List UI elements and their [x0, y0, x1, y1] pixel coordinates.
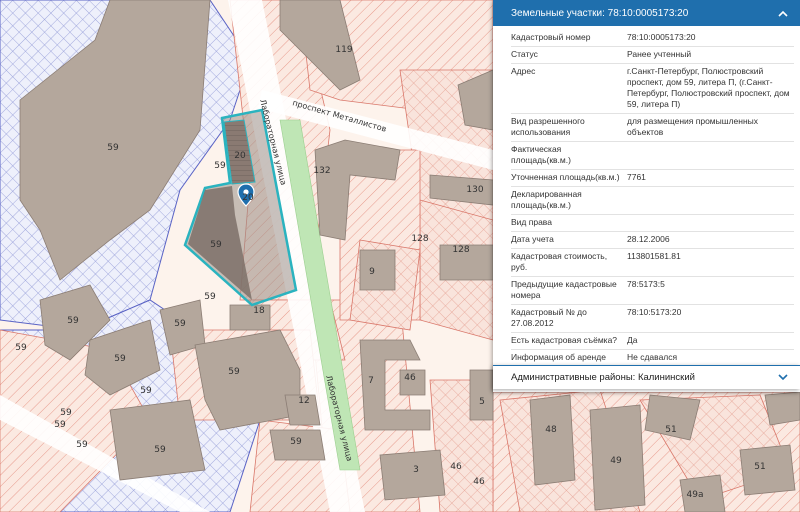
- lot-number-label: 46: [404, 373, 416, 383]
- attribute-row: Вид разрешенного использования для размещ…: [511, 114, 794, 142]
- attribute-value: 113801581.81: [627, 251, 681, 261]
- lot-number-label: 46: [450, 462, 462, 472]
- attribute-value: г.Санкт-Петербург, Полюстровский проспек…: [627, 66, 790, 109]
- attribute-key: Адрес: [511, 66, 536, 76]
- admin-district-panel[interactable]: Административные районы: Калининский: [493, 365, 800, 389]
- lot-number-label: 49a: [687, 490, 704, 500]
- lot-number-label: 59: [60, 408, 72, 418]
- lot-number-label: 20: [234, 151, 246, 161]
- attribute-row: Декларированная площадь(кв.м.): [511, 187, 794, 215]
- attribute-row: Уточненная площадь(кв.м.) 7761: [511, 170, 794, 187]
- attribute-key: Фактическая площадь(кв.м.): [511, 144, 571, 165]
- attribute-row: Статус Ранее учтенный: [511, 47, 794, 64]
- admin-district-title: Административные районы: Калининский: [511, 372, 695, 383]
- attribute-value: Ранее учтенный: [627, 49, 692, 59]
- lot-number-label: 128: [411, 234, 428, 244]
- attribute-value: [627, 144, 794, 166]
- attribute-row: Вид права: [511, 215, 794, 232]
- lot-number-label: 18: [253, 306, 265, 316]
- attribute-row: Фактическая площадь(кв.м.): [511, 142, 794, 170]
- lot-number-label: 59: [228, 367, 240, 377]
- lot-number-label: 59: [140, 386, 152, 396]
- attribute-key: Вид права: [511, 217, 552, 227]
- lot-number-label: 49: [610, 456, 622, 466]
- lot-number-label: 59: [204, 292, 216, 302]
- attribute-row: Адрес г.Санкт-Петербург, Полюстровский пр…: [511, 64, 794, 114]
- attribute-value: [627, 217, 794, 228]
- lot-number-label: 59: [107, 143, 119, 153]
- lot-number-label: 51: [754, 462, 765, 472]
- attribute-key: Уточненная площадь(кв.м.): [511, 172, 620, 182]
- lot-number-label: 5: [479, 397, 485, 407]
- attribute-value: Да: [627, 335, 638, 345]
- lot-number-label: 7: [368, 376, 374, 386]
- lot-number-label: 59: [15, 343, 27, 353]
- attribute-row: Кадастровая стоимость, руб. 113801581.81: [511, 249, 794, 277]
- attribute-key: Есть кадастровая съёмка?: [511, 335, 618, 345]
- parcel-attributes-list: Кадастровый номер 78:10:0005173:20 Статус Р…: [493, 26, 800, 367]
- lot-number-label: 59: [76, 440, 88, 450]
- attribute-row: Дата учета 28.12.2006: [511, 232, 794, 249]
- attribute-row: Кадастровый номер 78:10:0005173:20: [511, 30, 794, 47]
- panel-header[interactable]: Земельные участки: 78:10:0005173:20: [493, 0, 800, 26]
- panel-header-title: Земельные участки: 78:10:0005173:20: [511, 7, 689, 19]
- lot-number-label: 46: [473, 477, 485, 487]
- attribute-value: Не сдавался: [627, 352, 678, 362]
- lot-number-label: 3: [413, 465, 419, 475]
- attribute-key: Декларированная площадь(кв.м.): [511, 189, 582, 210]
- attribute-value: [627, 189, 794, 211]
- lot-number-label: 119: [335, 45, 352, 55]
- attribute-value: 78:10:0005173:20: [627, 32, 696, 42]
- parcel-info-panel: Земельные участки: 78:10:0005173:20 Када…: [493, 0, 800, 392]
- lot-number-label: 20: [242, 193, 254, 203]
- attribute-key: Кадастровый № до 27.08.2012: [511, 307, 587, 328]
- attribute-value: 7761: [627, 172, 646, 182]
- lot-number-label: 48: [545, 425, 557, 435]
- lot-number-label: 51: [665, 425, 676, 435]
- lot-number-label: 9: [369, 267, 375, 277]
- attribute-key: Вид разрешенного использования: [511, 116, 585, 137]
- lot-number-label: 130: [466, 185, 483, 195]
- lot-number-label: 59: [154, 445, 166, 455]
- attribute-value: 78:5173:5: [627, 279, 665, 289]
- chevron-down-icon[interactable]: [776, 371, 790, 385]
- attribute-key: Дата учета: [511, 234, 554, 244]
- lot-number-label: 59: [114, 354, 126, 364]
- attribute-row: Предыдущие кадастровые номера 78:5173:5: [511, 277, 794, 305]
- attribute-key: Статус: [511, 49, 538, 59]
- lot-number-label: 12: [298, 396, 309, 406]
- attribute-value: 78:10:5173:20: [627, 307, 682, 317]
- lot-number-label: 59: [54, 420, 66, 430]
- lot-number-label: 59: [67, 316, 79, 326]
- attribute-key: Кадастровая стоимость, руб.: [511, 251, 608, 272]
- attribute-key: Предыдущие кадастровые номера: [511, 279, 617, 300]
- attribute-value: для размещения промышленных объектов: [627, 116, 759, 137]
- attribute-row: Есть кадастровая съёмка? Да: [511, 333, 794, 350]
- lot-number-label: 59: [290, 437, 302, 447]
- attribute-key: Информация об аренде: [511, 352, 606, 362]
- lot-number-label: 59: [214, 161, 226, 171]
- attribute-row: Кадастровый № до 27.08.2012 78:10:5173:20: [511, 305, 794, 333]
- attribute-value: 28.12.2006: [627, 234, 670, 244]
- chevron-up-icon[interactable]: [776, 6, 790, 20]
- lot-number-label: 59: [210, 240, 222, 250]
- lot-number-label: 59: [174, 319, 186, 329]
- lot-number-label: 132: [313, 166, 330, 176]
- lot-number-label: 128: [452, 245, 469, 255]
- attribute-key: Кадастровый номер: [511, 32, 591, 42]
